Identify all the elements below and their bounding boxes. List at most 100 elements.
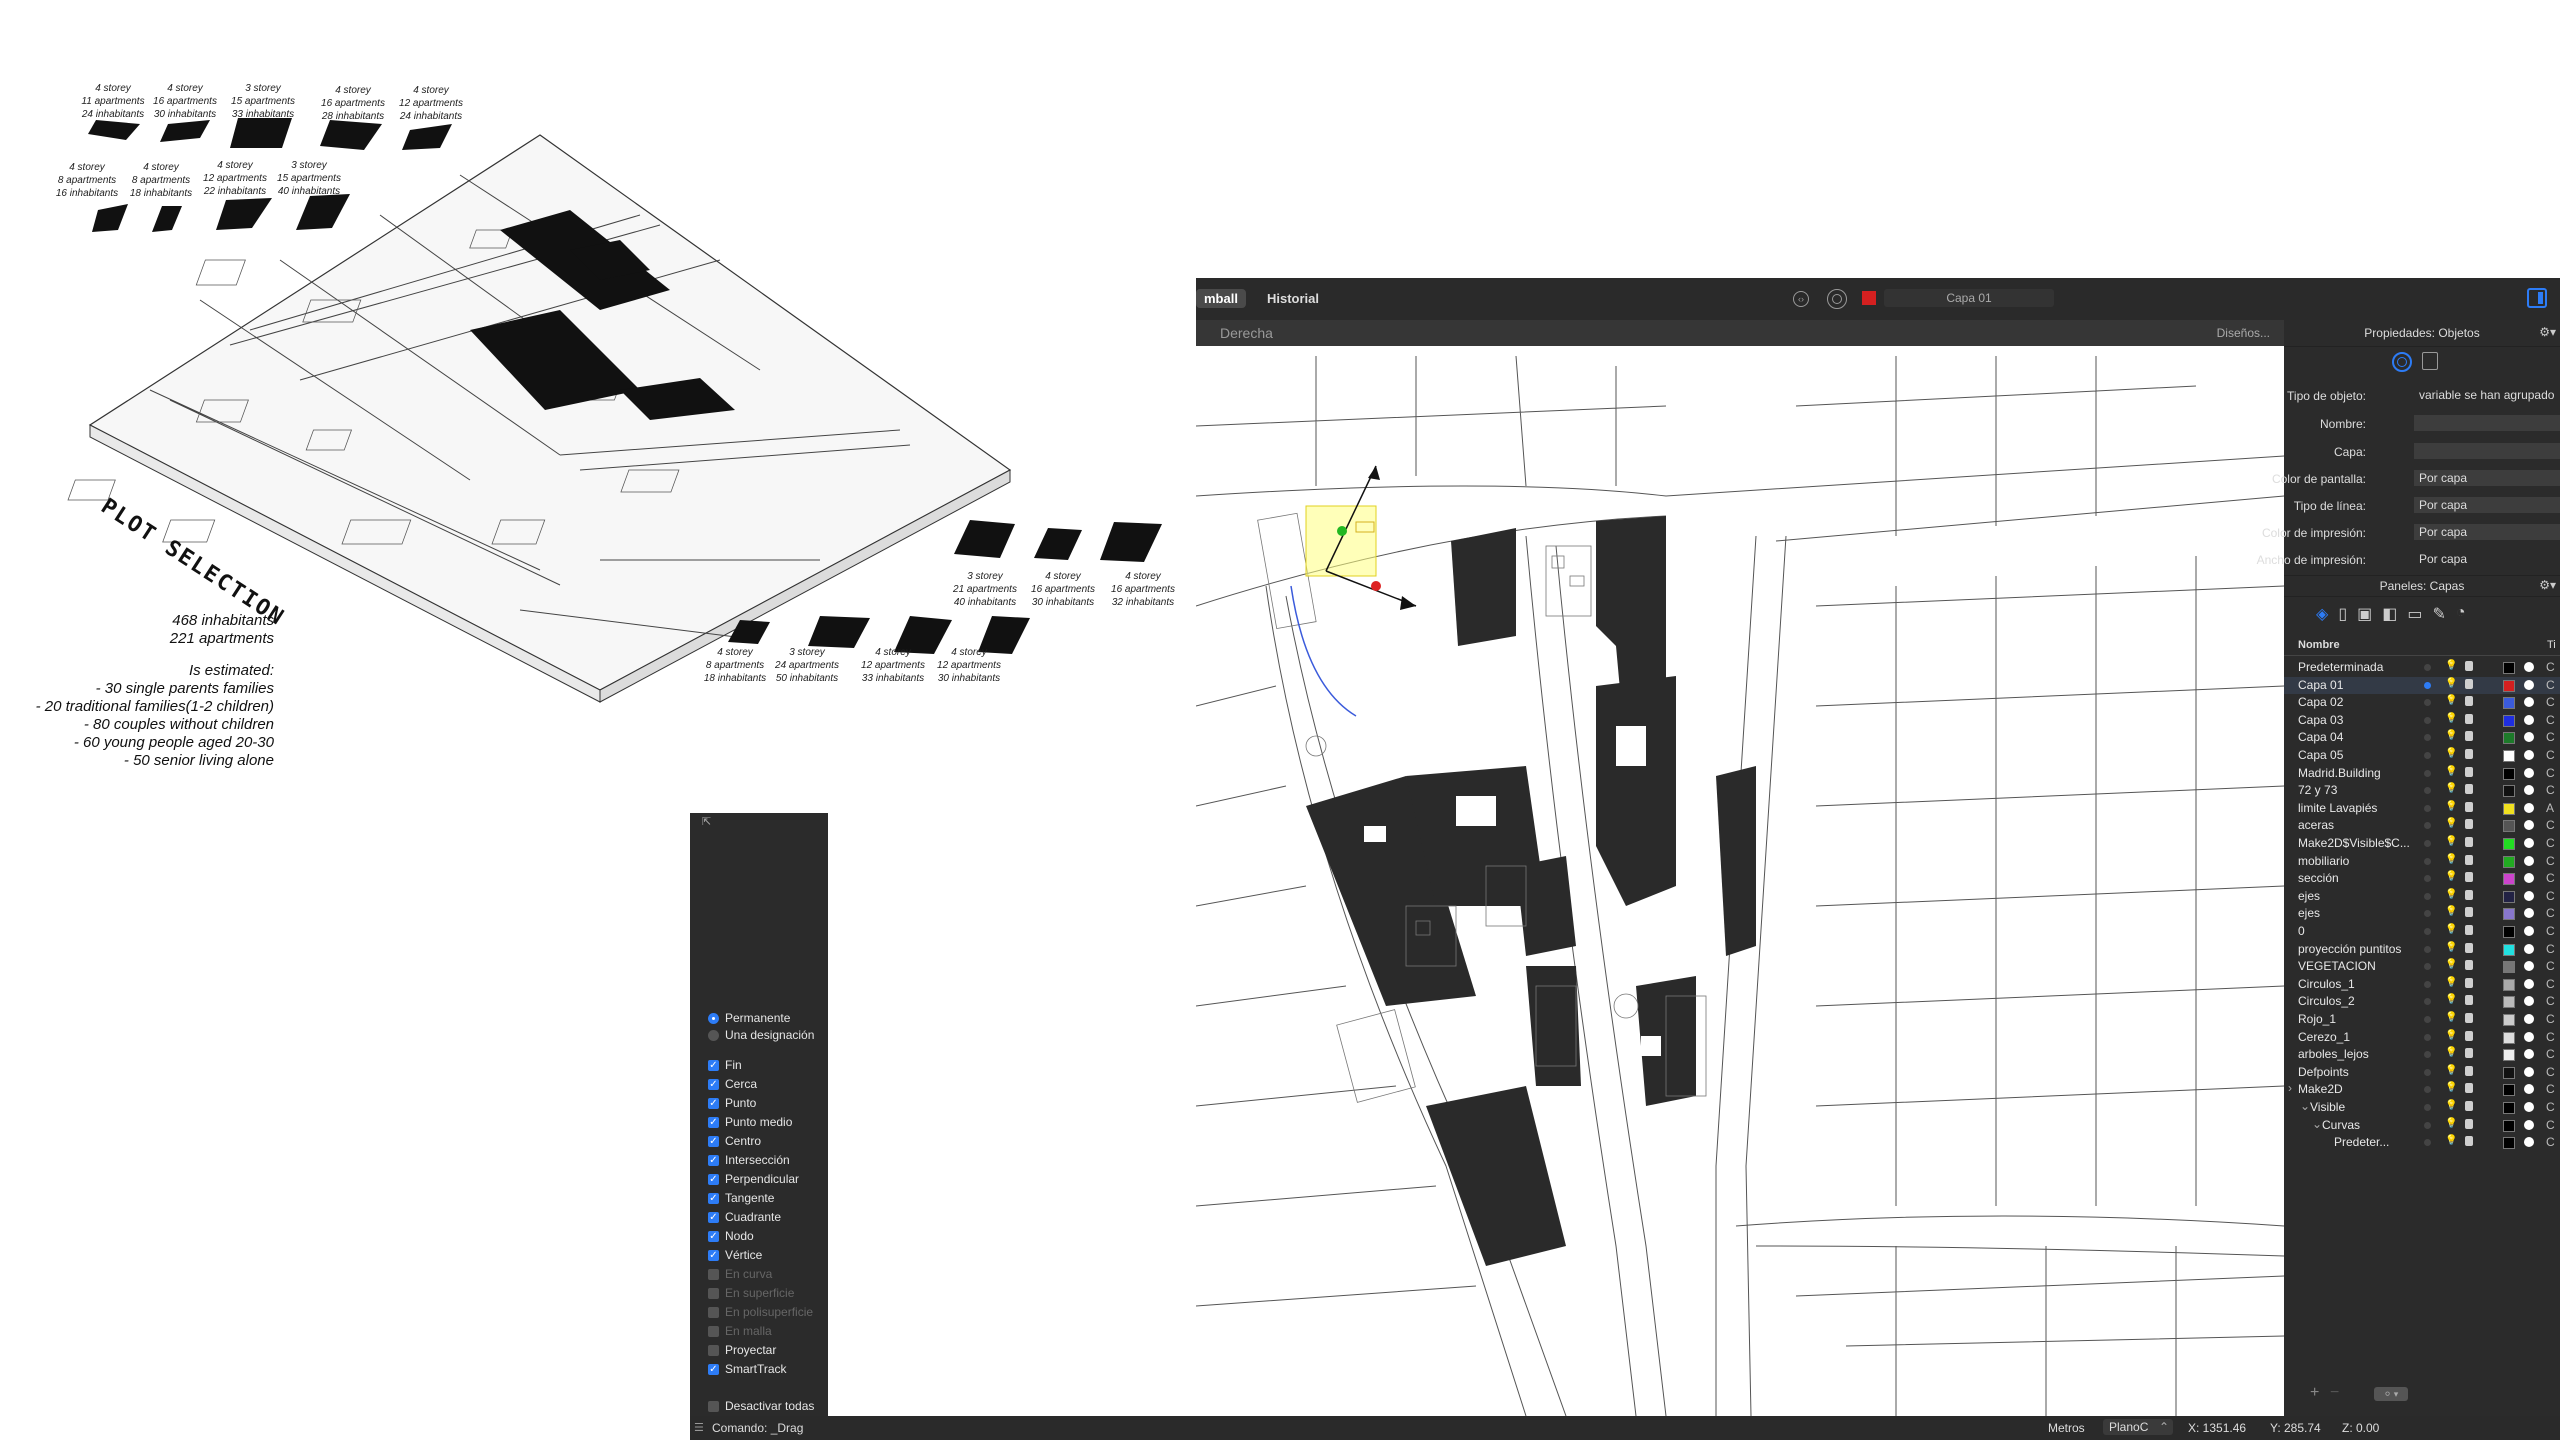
lightbulb-icon[interactable]: 💡 (2445, 801, 2457, 812)
lightbulb-icon[interactable]: 💡 (2445, 713, 2457, 724)
print-color-dot[interactable] (2524, 679, 2534, 690)
lock-icon[interactable] (2465, 960, 2473, 971)
snap-punto-medio[interactable]: ✓ Punto medio (708, 1114, 792, 1130)
lock-icon[interactable] (2465, 749, 2473, 759)
print-color-dot[interactable] (2524, 1102, 2534, 1112)
viewport-icon[interactable]: ◧ (2382, 604, 2397, 624)
expander-icon[interactable]: ⌄ (2312, 1117, 2322, 1131)
print-color-dot[interactable] (2524, 1049, 2534, 1060)
layer-name[interactable]: Circulos_1 (2298, 977, 2355, 991)
lock-icon[interactable] (2465, 907, 2473, 918)
cplane-select[interactable]: PlanoC ⌃ (2103, 1419, 2173, 1435)
lock-icon[interactable] (2465, 1083, 2473, 1094)
print-color-dot[interactable] (2524, 926, 2534, 936)
layer-row[interactable]: Capa 05 💡 C (2284, 747, 2560, 764)
command-line[interactable]: Comando: _Drag (712, 1421, 803, 1435)
layer-row[interactable]: › Make2D 💡 C (2284, 1081, 2560, 1098)
checkbox-icon[interactable]: ✓ (708, 1135, 719, 1147)
layer-row[interactable]: Capa 03 💡 C (2284, 712, 2560, 729)
layer-row[interactable]: Rojo_1 💡 C (2284, 1011, 2560, 1028)
lightbulb-icon[interactable]: 💡 (2445, 959, 2457, 970)
current-layer-indicator[interactable] (2424, 892, 2431, 900)
snap-proyectar[interactable]: Proyectar (708, 1342, 776, 1358)
snap-disable-all[interactable]: Desactivar todas (708, 1398, 814, 1414)
current-layer-indicator[interactable] (2424, 857, 2431, 865)
lightbulb-icon[interactable]: 💡 (2445, 766, 2457, 777)
print-color-dot[interactable] (2524, 1014, 2534, 1024)
name-field[interactable] (2414, 415, 2560, 431)
lock-icon[interactable] (2465, 1013, 2473, 1023)
lock-icon[interactable] (2465, 854, 2473, 865)
layer-color-swatch[interactable] (2503, 679, 2515, 692)
current-layer-indicator[interactable] (2424, 681, 2431, 689)
lock-icon[interactable] (2465, 1030, 2473, 1041)
lightbulb-icon[interactable]: 💡 (2445, 678, 2457, 689)
lightbulb-icon[interactable]: 💡 (2445, 871, 2457, 882)
current-layer-indicator[interactable] (2424, 945, 2431, 953)
current-layer-indicator[interactable] (2424, 980, 2431, 988)
pen-icon[interactable]: ✎ (2433, 604, 2446, 624)
print-color-dot[interactable] (2524, 697, 2534, 708)
layers-icon[interactable]: ◈ (2316, 604, 2328, 624)
print-color-dot[interactable] (2524, 820, 2534, 831)
print-color-dot[interactable] (2524, 802, 2534, 813)
lock-icon[interactable] (2465, 837, 2473, 847)
command-list-icon[interactable]: ☰ (694, 1421, 704, 1434)
layer-row[interactable]: Madrid.Building 💡 C (2284, 765, 2560, 782)
current-layer-indicator[interactable] (2424, 1051, 2431, 1059)
layer-name[interactable]: Make2D (2298, 1082, 2343, 1096)
layer-color-swatch[interactable] (2503, 820, 2515, 833)
layer-row[interactable]: Cerezo_1 💡 C (2284, 1029, 2560, 1046)
layer-color-swatch[interactable] (2503, 890, 2515, 903)
layer-name[interactable]: Predeterminada (2298, 660, 2383, 674)
checkbox-icon[interactable]: ✓ (708, 1173, 719, 1185)
gear-icon[interactable]: ⚙▾ (2539, 578, 2556, 592)
lock-icon[interactable] (2465, 661, 2473, 671)
print-color-dot[interactable] (2524, 750, 2534, 760)
target-icon[interactable] (1827, 289, 1847, 309)
lock-icon[interactable] (2465, 925, 2473, 935)
layer-name[interactable]: Defpoints (2298, 1065, 2349, 1079)
layer-color-swatch[interactable] (2503, 750, 2515, 762)
current-layer-indicator[interactable] (2424, 998, 2431, 1006)
layer-color-swatch[interactable] (2503, 855, 2515, 868)
layer-row[interactable]: 72 y 73 💡 C (2284, 782, 2560, 799)
layer-row[interactable]: Predeter... 💡 C (2284, 1134, 2560, 1151)
checkbox-icon[interactable]: ✓ (708, 1078, 719, 1090)
column-name[interactable]: Nombre (2298, 639, 2340, 651)
print-color-dot[interactable] (2524, 1119, 2534, 1130)
lightbulb-icon[interactable]: 💡 (2445, 836, 2457, 847)
current-layer-indicator[interactable] (2424, 840, 2431, 847)
layer-name[interactable]: Visible (2310, 1100, 2345, 1114)
layer-color-swatch[interactable] (2503, 767, 2515, 780)
layouts-button[interactable]: Diseños... (2217, 326, 2270, 340)
layer-color-swatch[interactable] (2503, 714, 2515, 727)
layer-color-swatch[interactable] (2503, 996, 2515, 1009)
layer-name[interactable]: ejes (2298, 906, 2320, 920)
box-icon[interactable]: ▣ (2357, 604, 2372, 624)
lightbulb-icon[interactable]: 💡 (2445, 854, 2457, 865)
checkbox-icon[interactable] (708, 1344, 719, 1356)
current-layer-indicator[interactable] (2424, 787, 2431, 795)
lock-icon[interactable] (2465, 872, 2473, 883)
print-color-dot[interactable] (2524, 838, 2534, 848)
lightbulb-icon[interactable]: 💡 (2445, 924, 2457, 935)
material-icon[interactable]: ◔ (2456, 604, 2466, 624)
layer-name[interactable]: Capa 02 (2298, 695, 2343, 709)
radio-permanente[interactable]: Permanente (708, 1010, 790, 1026)
layer-color-swatch[interactable] (2503, 961, 2515, 974)
lock-icon[interactable] (2465, 1136, 2473, 1147)
layer-row[interactable]: ejes 💡 C (2284, 888, 2560, 905)
checkbox-icon[interactable]: ✓ (708, 1059, 719, 1071)
lock-icon[interactable] (2465, 766, 2473, 777)
lock-icon[interactable] (2465, 1101, 2473, 1111)
layer-color-swatch[interactable] (2503, 802, 2515, 815)
current-layer-indicator[interactable] (2424, 1139, 2431, 1147)
print-width-select[interactable]: Por capa (2414, 551, 2560, 567)
print-color-dot[interactable] (2524, 890, 2534, 901)
layer-name[interactable]: arboles_lejos (2298, 1047, 2369, 1061)
current-layer-indicator[interactable] (2424, 769, 2431, 777)
current-layer-indicator[interactable] (2424, 1121, 2431, 1129)
layer-name[interactable]: sección (2298, 871, 2339, 885)
layer-name[interactable]: Capa 04 (2298, 730, 2343, 744)
